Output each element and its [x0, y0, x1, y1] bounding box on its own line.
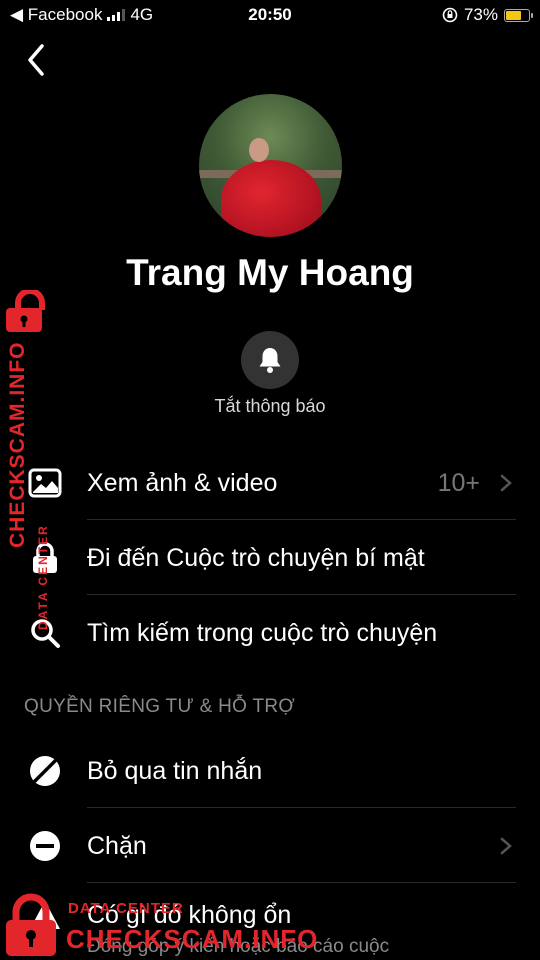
chevron-right-icon	[500, 837, 512, 855]
watermark-side-text: CHECKSCAM.INFO	[6, 341, 29, 549]
watermark-bottom-small: DATA CENTER	[68, 900, 184, 917]
divider	[87, 594, 516, 595]
battery-percent: 73%	[463, 5, 498, 24]
watermark-lock-icon	[6, 893, 56, 956]
search-label: Tìm kiếm trong cuộc trò chuyện	[87, 619, 438, 647]
chevron-right-icon	[500, 474, 512, 492]
watermark-bottom: DATA CENTER CHECKSCAM.INFO	[0, 888, 330, 960]
mute-button[interactable]	[241, 331, 299, 389]
media-label: Xem ảnh & video	[87, 469, 278, 497]
watermark-side-small: DATA CENTER	[36, 524, 50, 630]
ignore-messages-label: Bỏ qua tin nhắn	[87, 757, 263, 785]
profile-avatar	[199, 94, 342, 237]
orientation-lock-icon	[442, 7, 458, 23]
divider	[87, 519, 516, 520]
privacy-section-title: QUYỀN RIÊNG TƯ & HỖ TRỢ	[24, 696, 295, 717]
battery-fill	[506, 10, 522, 20]
chevron-left-icon	[28, 44, 44, 76]
ignore-messages-row[interactable]: Bỏ qua tin nhắn	[0, 734, 540, 808]
ignore-icon	[28, 755, 62, 787]
bell-icon	[259, 348, 281, 373]
block-icon	[28, 830, 62, 862]
divider	[87, 807, 516, 808]
secret-chat-label: Đi đến Cuộc trò chuyện bí mật	[87, 544, 425, 572]
search-row[interactable]: Tìm kiếm trong cuộc trò chuyện	[0, 596, 540, 670]
block-row[interactable]: Chặn	[0, 809, 540, 883]
battery-icon	[504, 8, 533, 22]
back-button[interactable]	[22, 42, 52, 78]
watermark-bottom-text: CHECKSCAM.INFO	[66, 924, 319, 954]
status-right: 73%	[442, 5, 533, 25]
block-label: Chặn	[87, 832, 147, 860]
watermark-lock-icon	[6, 290, 45, 332]
media-count: 10+	[437, 469, 480, 497]
status-bar: ◀ Facebook 4G 20:50 73%	[0, 0, 540, 30]
mute-label: Tắt thông báo	[214, 396, 326, 416]
secret-chat-row[interactable]: Đi đến Cuộc trò chuyện bí mật	[0, 521, 540, 595]
media-row[interactable]: Xem ảnh & video 10+	[0, 446, 540, 520]
profile-name: Trang My Hoang	[126, 252, 414, 293]
